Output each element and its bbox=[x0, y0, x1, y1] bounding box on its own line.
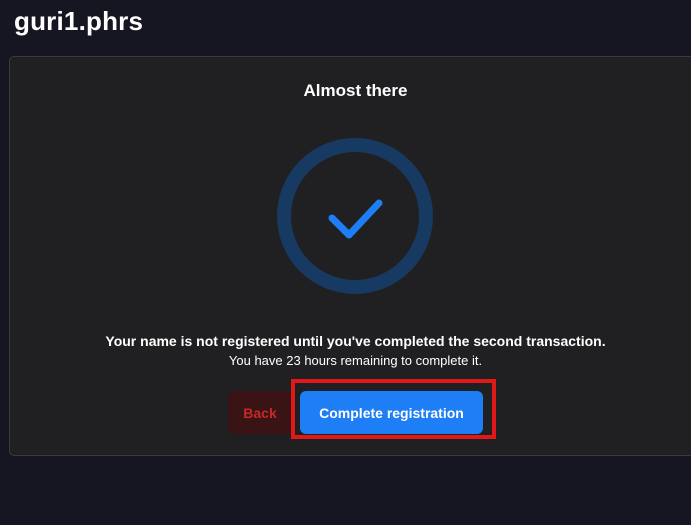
registration-card: Almost there Your name is not registered… bbox=[9, 56, 691, 456]
back-button[interactable]: Back bbox=[228, 391, 292, 434]
checkmark-icon bbox=[328, 199, 383, 239]
progress-ring bbox=[277, 138, 433, 294]
progress-ring-icon bbox=[277, 138, 433, 294]
time-remaining: You have 23 hours remaining to complete … bbox=[228, 353, 483, 368]
page: guri1.phrs Almost there Your name is not… bbox=[0, 0, 691, 525]
domain-title: guri1.phrs bbox=[14, 6, 144, 36]
registration-warning: Your name is not registered until you've… bbox=[105, 333, 606, 349]
complete-registration-button[interactable]: Complete registration bbox=[300, 391, 483, 434]
dialog-title: Almost there bbox=[303, 81, 408, 100]
